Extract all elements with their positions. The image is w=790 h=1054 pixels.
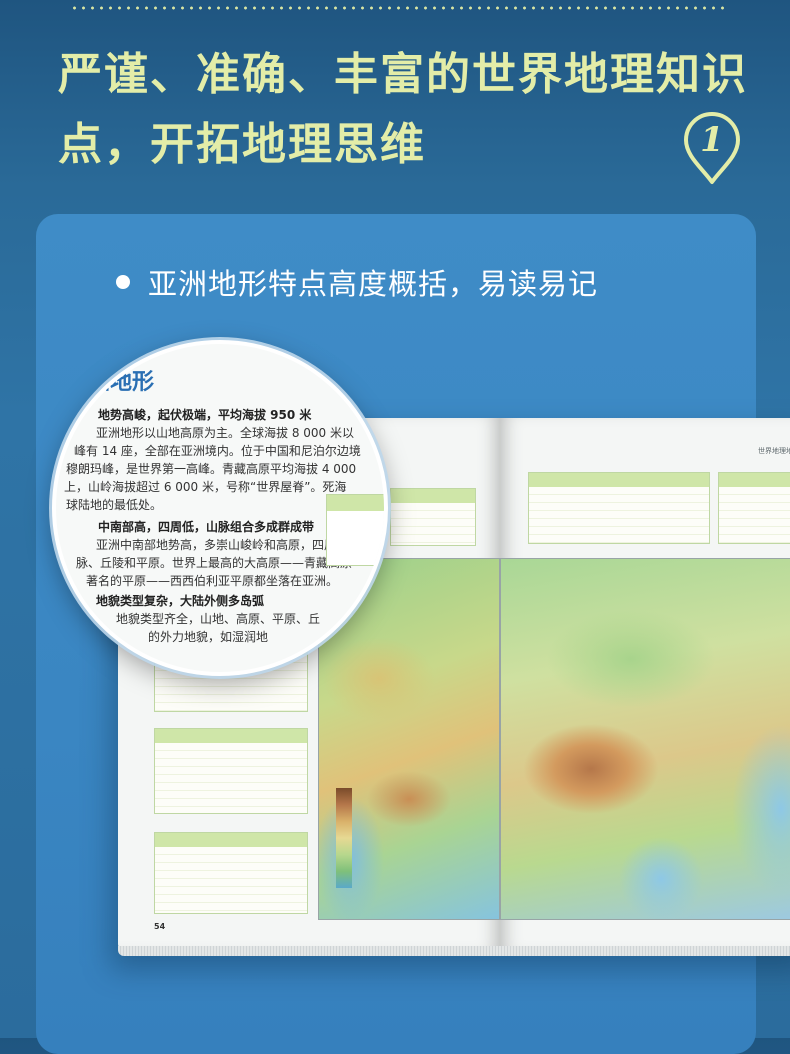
magnified-text-line: 地貌类型齐全，山地、高原、平原、丘 xyxy=(116,612,321,626)
dotted-divider xyxy=(70,6,730,10)
bullet-dot-icon xyxy=(116,275,130,289)
right-page-title: 世界地理地 xyxy=(758,447,790,455)
magnified-text-line: 的外力地貌，如湿润地 xyxy=(148,630,269,644)
page-edge xyxy=(118,946,790,956)
magnified-text-line: 上，山岭海拔超过 6 000 米，号称“世界屋脊”。死海 xyxy=(64,480,347,494)
feature-bullet: 亚洲地形特点高度概括，易读易记 xyxy=(116,262,598,302)
headline-line-2: 点，开拓地理思维 xyxy=(58,119,426,170)
location-pin-badge: 1 xyxy=(680,112,744,186)
magnified-text-line: 亚洲地形以山地高原为主。全球海拔 8 000 米以 xyxy=(96,426,354,440)
asia-map-right xyxy=(500,558,790,920)
magnified-text-line: 亚洲中南部地势高，多崇山峻岭和高原，四周多 xyxy=(96,538,349,552)
data-table-plateaus-left xyxy=(390,488,476,546)
headline-line-1: 严谨、准确、丰富的世界地理知识 xyxy=(58,49,748,100)
headline: 严谨、准确、丰富的世界地理知识 点，开拓地理思维 xyxy=(58,40,758,180)
magnified-text-line: 球陆地的最低处。 xyxy=(66,498,163,512)
magnified-heading-2: 中南部高，四周低，山脉组合多成群成带 xyxy=(98,520,315,534)
magnified-text-line: 峰有 14 座，全部在亚洲境内。位于中国和尼泊尔边境 xyxy=(74,444,361,458)
magnified-text-line: 穆朗玛峰，是世界第一高峰。青藏高原平均海拔 4 000 xyxy=(66,462,357,476)
magnified-text-line: 著名的平原——西西伯利亚平原都坐落在亚洲。 xyxy=(86,574,339,588)
page-number: 54 xyxy=(154,922,166,931)
magnified-text-line: 脉、丘陵和平原。世界上最高的大高原——青藏高原 xyxy=(76,556,353,570)
data-table-plains xyxy=(528,472,710,544)
data-table-peninsulas xyxy=(154,832,308,914)
elevation-legend xyxy=(336,788,352,888)
feature-bullet-text: 亚洲地形特点高度概括，易读易记 xyxy=(148,267,599,301)
data-table-peaks xyxy=(154,728,308,814)
magnifier-lens: 洲地形 地势高峻，起伏极端，平均海拔 950 米 亚洲地形以山地高原为主。全球海… xyxy=(52,340,388,676)
magnified-heading-3: 地貌类型复杂，大陆外侧多岛弧 xyxy=(96,594,265,608)
magnified-heading-1: 地势高峻，起伏极端，平均海拔 950 米 xyxy=(98,408,312,422)
data-table-plateaus-right xyxy=(718,472,790,544)
magnified-section-title: 洲地形 xyxy=(88,370,155,395)
badge-number: 1 xyxy=(700,120,724,160)
magnified-table-edge xyxy=(326,494,384,566)
